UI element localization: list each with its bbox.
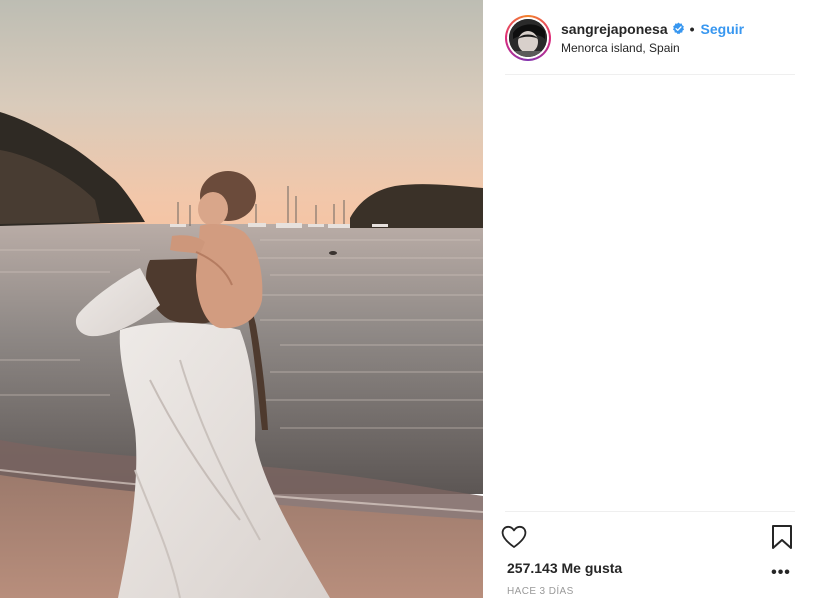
- post-header: sangrejaponesa • Seguir Menorca island, …: [505, 12, 795, 64]
- action-bar: [499, 522, 797, 552]
- heart-icon: [501, 525, 527, 548]
- header-row: sangrejaponesa • Seguir: [561, 20, 744, 38]
- avatar[interactable]: [509, 19, 547, 57]
- save-button[interactable]: [767, 522, 797, 552]
- instagram-post: sangrejaponesa • Seguir Menorca island, …: [0, 0, 817, 598]
- header-divider: [505, 74, 795, 75]
- username-link[interactable]: sangrejaponesa: [561, 20, 668, 38]
- avatar-story-ring[interactable]: [505, 15, 551, 61]
- location-link[interactable]: Menorca island, Spain: [561, 39, 744, 57]
- sunset-beach-photo: [0, 0, 483, 598]
- post-side-panel: sangrejaponesa • Seguir Menorca island, …: [483, 0, 817, 598]
- more-options-icon[interactable]: •••: [769, 564, 793, 582]
- avatar-frame: [507, 17, 549, 59]
- verified-badge-icon: [672, 22, 685, 35]
- like-button[interactable]: [499, 522, 529, 552]
- separator-dot: •: [689, 20, 695, 37]
- post-photo[interactable]: [0, 0, 483, 598]
- post-meta: sangrejaponesa • Seguir Menorca island, …: [561, 20, 744, 57]
- post-timestamp[interactable]: HACE 3 DÍAS: [507, 586, 574, 597]
- likes-count[interactable]: 257.143 Me gusta: [507, 560, 622, 576]
- avatar-image: [509, 19, 547, 57]
- actions-divider: [505, 511, 795, 512]
- bookmark-icon: [772, 525, 792, 549]
- follow-button[interactable]: Seguir: [701, 20, 745, 38]
